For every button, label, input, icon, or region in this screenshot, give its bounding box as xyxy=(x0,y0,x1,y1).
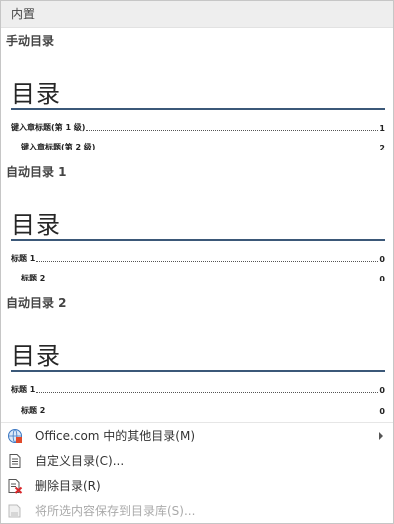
toc-line-page: 1 xyxy=(379,124,385,133)
document-icon xyxy=(7,453,23,469)
toc-preview-line-2: 标题 2 0 xyxy=(21,273,385,281)
save-selection-icon xyxy=(7,503,23,519)
more-toc-from-office-menu-item[interactable]: Office.com 中的其他目录(M) xyxy=(1,423,393,448)
toc-preview-line-1: 键入章标题(第 1 级) 1 xyxy=(11,122,385,133)
gallery-header: 内置 xyxy=(1,1,393,28)
custom-toc-menu-item[interactable]: 自定义目录(C)... xyxy=(1,448,393,473)
toc-gallery-panel: 内置 手动目录 目录 键入章标题(第 1 级) 1 键入章标题(第 2 级) 2… xyxy=(0,0,394,524)
toc-line-text: 标题 2 xyxy=(21,406,46,415)
toc-line-text: 键入章标题(第 1 级) xyxy=(11,123,86,132)
toc-dot-leader xyxy=(36,260,379,262)
submenu-arrow-icon xyxy=(379,432,383,440)
toc-gallery: 手动目录 目录 键入章标题(第 1 级) 1 键入章标题(第 2 级) 2 自动… xyxy=(1,28,393,421)
toc-line-text: 键入章标题(第 2 级) xyxy=(21,143,96,150)
toc-preview-line-1: 标题 1 0 xyxy=(11,384,385,395)
gallery-header-label: 内置 xyxy=(11,7,36,21)
menu-item-label: Office.com 中的其他目录(M) xyxy=(35,429,196,443)
menu-item-label: 删除目录(R) xyxy=(35,479,101,493)
toc-menu: Office.com 中的其他目录(M) 自定义目录(C)... 删除目录(R) xyxy=(1,422,393,523)
remove-toc-menu-item[interactable]: 删除目录(R) xyxy=(1,473,393,498)
toc-line-page: 0 xyxy=(379,386,385,395)
toc-preview-line-2: 标题 2 0 xyxy=(21,405,385,416)
toc-line-page: 0 xyxy=(379,275,385,281)
toc-line-page: 0 xyxy=(379,255,385,264)
toc-preview-rule xyxy=(11,108,385,110)
toc-preview-line-1: 标题 1 0 xyxy=(11,253,385,264)
toc-line-page: 2 xyxy=(379,144,385,150)
toc-preview-rule xyxy=(11,370,385,372)
section-title-manual: 手动目录 xyxy=(6,34,55,48)
toc-line-page: 0 xyxy=(379,407,385,416)
toc-preview-line-2: 键入章标题(第 2 级) 2 xyxy=(21,142,385,150)
office-globe-icon xyxy=(7,428,23,444)
toc-line-text: 标题 1 xyxy=(11,385,36,394)
section-title-auto-1: 自动目录 1 xyxy=(6,165,67,179)
toc-dot-leader xyxy=(46,413,378,414)
toc-line-text: 标题 1 xyxy=(11,254,36,263)
toc-dot-leader xyxy=(36,391,379,393)
toc-preview-heading: 目录 xyxy=(11,342,61,370)
toc-option-manual[interactable]: 目录 键入章标题(第 1 级) 1 键入章标题(第 2 级) 2 xyxy=(3,70,389,176)
toc-dot-leader xyxy=(86,129,379,131)
toc-preview-heading: 目录 xyxy=(11,211,61,239)
toc-option-auto-1[interactable]: 目录 标题 1 0 标题 2 0 xyxy=(3,201,389,307)
save-selection-to-toc-gallery-menu-item: 将所选内容保存到目录库(S)... xyxy=(1,498,393,523)
toc-line-text: 标题 2 xyxy=(21,274,46,281)
toc-preview-rule xyxy=(11,239,385,241)
delete-document-icon xyxy=(7,478,23,494)
toc-preview-heading: 目录 xyxy=(11,80,61,108)
section-title-auto-2: 自动目录 2 xyxy=(6,296,67,310)
menu-item-label: 将所选内容保存到目录库(S)... xyxy=(35,504,196,518)
menu-item-label: 自定义目录(C)... xyxy=(35,454,125,468)
